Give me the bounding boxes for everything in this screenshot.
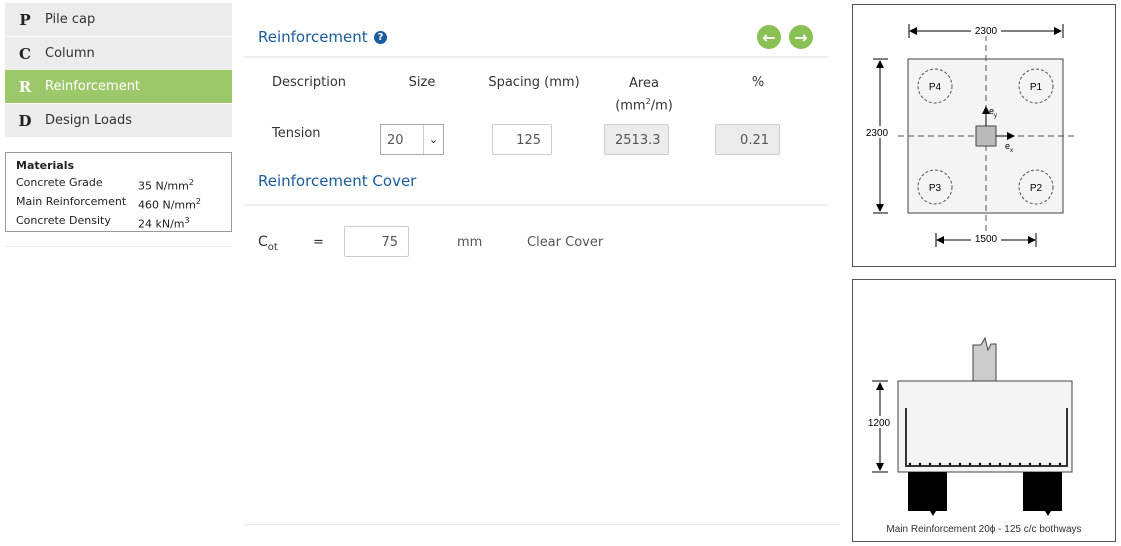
rebar-dot <box>938 462 942 466</box>
section-caption: Main Reinforcement 20ϕ - 125 c/c bothway… <box>886 524 1081 535</box>
nav-label: Pile cap <box>45 12 96 27</box>
spacing-input[interactable]: 125 <box>492 124 552 155</box>
cover-unit: mm <box>457 235 483 250</box>
svg-text:P3: P3 <box>929 183 942 194</box>
col-spacing: Spacing (mm) <box>488 75 580 90</box>
chevron-down-icon: ⌄ <box>423 125 443 154</box>
rebar-dot <box>988 462 992 466</box>
divider <box>244 204 828 206</box>
material-label: Main Reinforcement <box>16 195 127 209</box>
rebar-dot <box>1058 462 1062 466</box>
rebar-dot <box>1048 462 1052 466</box>
cover-title: Reinforcement Cover <box>258 172 417 190</box>
cover-input[interactable]: 75 <box>344 226 409 257</box>
sidebar-item-pile-cap[interactable]: P Pile cap <box>5 3 232 36</box>
rebar-dot <box>918 462 922 466</box>
rebar-dot <box>908 462 912 466</box>
plan-diagram: 2300 2300 P4 P1 P3 P2 ey ex 1500 <box>852 4 1116 267</box>
column-section <box>972 336 997 382</box>
pile-right <box>1023 472 1062 516</box>
divider <box>5 246 232 247</box>
rebar-dot <box>1018 462 1022 466</box>
material-value: 24 kN/m3 <box>138 216 190 231</box>
rebar-dot <box>928 462 932 466</box>
cover-label: Clear Cover <box>527 235 604 250</box>
depth-label: 1200 <box>868 418 891 429</box>
svg-text:P4: P4 <box>929 82 942 93</box>
nav-letter: D <box>18 111 32 130</box>
rebar-dot <box>968 462 972 466</box>
nav-letter: R <box>18 77 32 96</box>
nav-label: Column <box>45 46 95 61</box>
col-percent: % <box>751 75 765 90</box>
rebar-dot <box>978 462 982 466</box>
area-output: 2513.3 <box>604 124 669 155</box>
size-value: 20 <box>387 133 404 148</box>
next-button[interactable]: → <box>789 25 813 49</box>
cover-symbol: Cot <box>258 234 278 253</box>
col-size: Size <box>408 75 436 90</box>
sidebar-item-reinforcement[interactable]: R Reinforcement <box>5 70 232 103</box>
divider <box>244 56 828 58</box>
materials-panel: Materials Concrete Grade 35 N/mm2 Main Re… <box>5 152 232 232</box>
nav-label: Reinforcement <box>45 79 141 94</box>
size-select[interactable]: 20 ⌄ <box>380 124 444 155</box>
nav-letter: P <box>19 10 31 29</box>
col-description: Description <box>272 75 347 90</box>
previous-button[interactable]: ← <box>757 25 781 49</box>
height-label: 2300 <box>866 128 889 139</box>
pile-cap-section <box>897 380 1073 473</box>
pile-spacing-label: 1500 <box>975 234 998 245</box>
arrow-left-icon: ← <box>762 27 776 47</box>
svg-text:P2: P2 <box>1030 183 1043 194</box>
col-area: Area (mm2/m) <box>615 76 673 114</box>
material-row: Concrete Grade 35 N/mm2 <box>16 175 221 194</box>
row-description: Tension <box>272 126 321 141</box>
rebar-dot <box>998 462 1002 466</box>
section-svg: 1200 Main Reinforcement 20ϕ - 125 c/c bo… <box>865 336 1082 535</box>
pile-left <box>908 472 947 516</box>
plan-svg: 2300 2300 P4 P1 P3 P2 ey ex 1500 <box>863 24 1075 247</box>
material-label: Concrete Grade <box>16 176 103 189</box>
sidebar-item-design-loads[interactable]: D Design Loads <box>5 104 232 137</box>
material-row: Main Reinforcement 460 N/mm2 <box>16 194 221 213</box>
column-plan <box>975 125 997 147</box>
material-value: 35 N/mm2 <box>138 178 194 193</box>
material-value: 460 N/mm2 <box>138 197 201 212</box>
help-icon[interactable]: ? <box>374 31 387 44</box>
percent-output: 0.21 <box>715 124 780 155</box>
section-diagram: 1200 Main Reinforcement 20ϕ - 125 c/c bo… <box>852 279 1116 542</box>
sidebar-item-column[interactable]: C Column <box>5 37 232 70</box>
rebar-dot <box>1028 462 1032 466</box>
arrow-right-icon: → <box>794 27 808 47</box>
main-panel: Reinforcement ? ← → Description Size Spa… <box>244 0 840 525</box>
material-label: Concrete Density <box>16 214 111 228</box>
page-title: Reinforcement <box>258 28 368 46</box>
rebar-dot <box>958 462 962 466</box>
svg-text:P1: P1 <box>1030 82 1043 93</box>
width-label: 2300 <box>975 26 998 37</box>
equals-sign: = <box>313 235 324 250</box>
materials-title: Materials <box>16 159 75 172</box>
rebar-dot <box>948 462 952 466</box>
material-row: Concrete Density 24 kN/m3 <box>16 213 221 232</box>
nav-letter: C <box>19 44 31 63</box>
rebar-dot <box>1008 462 1012 466</box>
rebar-dot <box>1038 462 1042 466</box>
nav-label: Design Loads <box>45 113 132 128</box>
